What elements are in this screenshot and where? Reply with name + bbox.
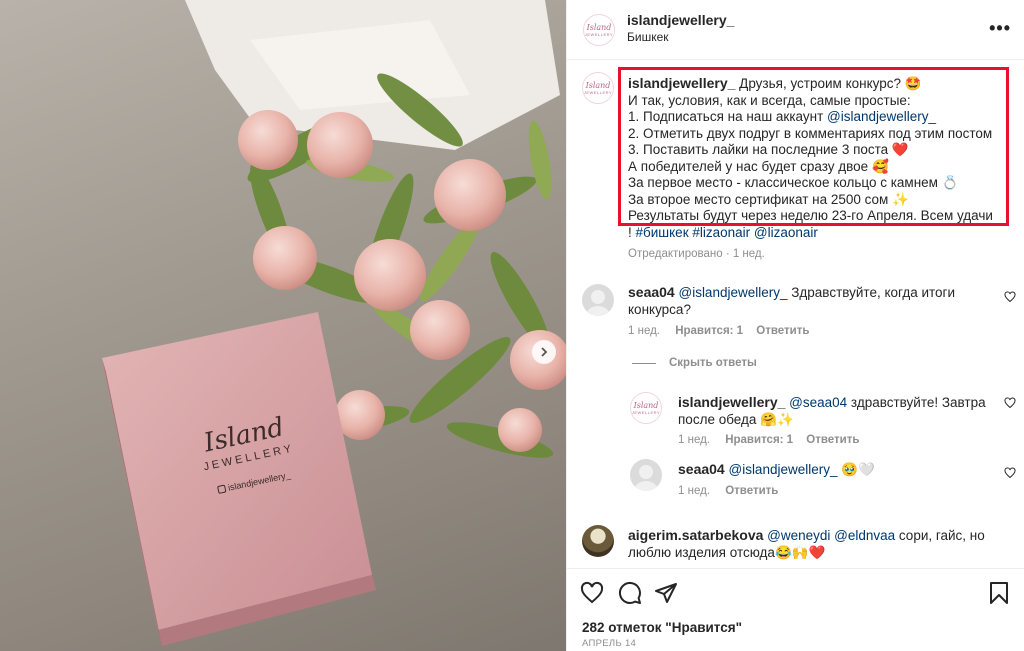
comment-mention-link[interactable]: @islandjewellery_ <box>678 285 787 300</box>
comment-time[interactable]: 1 нед. <box>628 325 660 337</box>
more-options-icon[interactable]: ••• <box>989 18 1011 39</box>
post-date[interactable]: АПРЕЛЬ 14 <box>582 638 636 649</box>
comment-username[interactable]: seaa04 <box>678 461 725 477</box>
avatar-line1: Island <box>585 80 611 90</box>
likes-count[interactable]: 282 отметок "Нравится" <box>582 620 742 635</box>
comment-body: Здравствуйте, когда итоги <box>787 285 956 300</box>
reply-avatar[interactable] <box>630 459 662 491</box>
share-paper-plane-icon[interactable] <box>654 581 678 605</box>
header-username[interactable]: islandjewellery_ <box>627 12 734 28</box>
reply-button[interactable]: Ответить <box>725 485 778 497</box>
post-photo[interactable]: Island JEWELLERY islandjewellery_ <box>0 0 566 651</box>
caption-hashtags-link[interactable]: #бишкек #lizaonair @lizaonair <box>636 225 818 240</box>
instagram-glyph-icon <box>216 484 227 494</box>
photo-illustration <box>102 0 566 646</box>
hide-replies-line <box>632 363 656 364</box>
comment-mention-link[interactable]: @weneydi @eldnvaa <box>767 528 895 543</box>
comment-avatar[interactable] <box>582 525 614 557</box>
comment-text: seaa04 @islandjewellery_ Здравствуйте, к… <box>628 284 988 318</box>
comment-meta: 1 нед. Нравится: 1 Ответить <box>678 434 859 446</box>
reply-avatar[interactable]: Island JEWELLERY <box>630 392 662 424</box>
next-photo-button[interactable] <box>532 340 556 364</box>
avatar[interactable]: Island JEWELLERY <box>583 14 615 46</box>
save-bookmark-icon[interactable] <box>988 581 1010 605</box>
comment-likes[interactable]: Нравится: 1 <box>725 434 793 446</box>
highlight-box <box>618 67 1009 226</box>
comment-body: конкурса? <box>628 301 691 317</box>
comment-text: aigerim.satarbekova @weneydi @eldnvaa со… <box>628 527 998 561</box>
comment-mention-link[interactable]: @seaa04 <box>789 395 847 410</box>
avatar-line2: JEWELLERY <box>583 89 613 95</box>
comment-heart-icon[interactable] <box>1004 467 1016 479</box>
avatar-line1: Island <box>586 22 612 32</box>
avatar-line2: JEWELLERY <box>584 31 614 37</box>
comment-username[interactable]: aigerim.satarbekova <box>628 527 763 543</box>
comment-meta: 1 нед. Нравится: 1 Ответить <box>628 325 809 337</box>
comment-bubble-icon[interactable] <box>618 581 642 605</box>
action-bar: 282 отметок "Нравится" АПРЕЛЬ 14 <box>566 568 1024 651</box>
comment-body: 🥹🤍 <box>837 462 875 477</box>
caption-avatar[interactable]: Island JEWELLERY <box>582 72 614 104</box>
comment-body: после обеда 🤗✨ <box>678 411 794 427</box>
comment-body: здравствуйте! Завтра <box>847 395 986 410</box>
caption-line: ! <box>628 224 636 240</box>
avatar-line1: Island <box>633 400 659 410</box>
comment-username[interactable]: seaa04 <box>628 284 675 300</box>
like-heart-icon[interactable] <box>580 581 604 605</box>
hide-replies-button[interactable]: Скрыть ответы <box>669 357 757 369</box>
avatar-line2: JEWELLERY <box>631 409 661 415</box>
header-location[interactable]: Бишкек <box>627 30 669 44</box>
reply-button[interactable]: Ответить <box>806 434 859 446</box>
comment-body: сори, гайс, но <box>895 528 985 543</box>
reply-text: islandjewellery_ @seaa04 здравствуйте! З… <box>678 394 998 428</box>
comment-likes[interactable]: Нравится: 1 <box>675 325 743 337</box>
comment-username[interactable]: islandjewellery_ <box>678 394 785 410</box>
comment-time[interactable]: 1 нед. <box>678 434 710 446</box>
reply-text: seaa04 @islandjewellery_ 🥹🤍 <box>678 461 998 479</box>
caption-edited: Отредактировано · 1 нед. <box>628 248 765 260</box>
comment-time[interactable]: 1 нед. <box>678 485 710 497</box>
comment-meta: 1 нед. Ответить <box>678 485 778 497</box>
comment-heart-icon[interactable] <box>1004 291 1016 303</box>
post-header: Island JEWELLERY islandjewellery_ Бишкек… <box>567 0 1024 60</box>
chevron-right-icon <box>541 347 548 357</box>
reply-button[interactable]: Ответить <box>756 325 809 337</box>
comment-avatar[interactable] <box>582 284 614 316</box>
comment-heart-icon[interactable] <box>1004 397 1016 409</box>
comment-body: люблю изделия отсюда😂🙌❤️ <box>628 544 826 560</box>
comment-mention-link[interactable]: @islandjewellery_ <box>728 462 837 477</box>
